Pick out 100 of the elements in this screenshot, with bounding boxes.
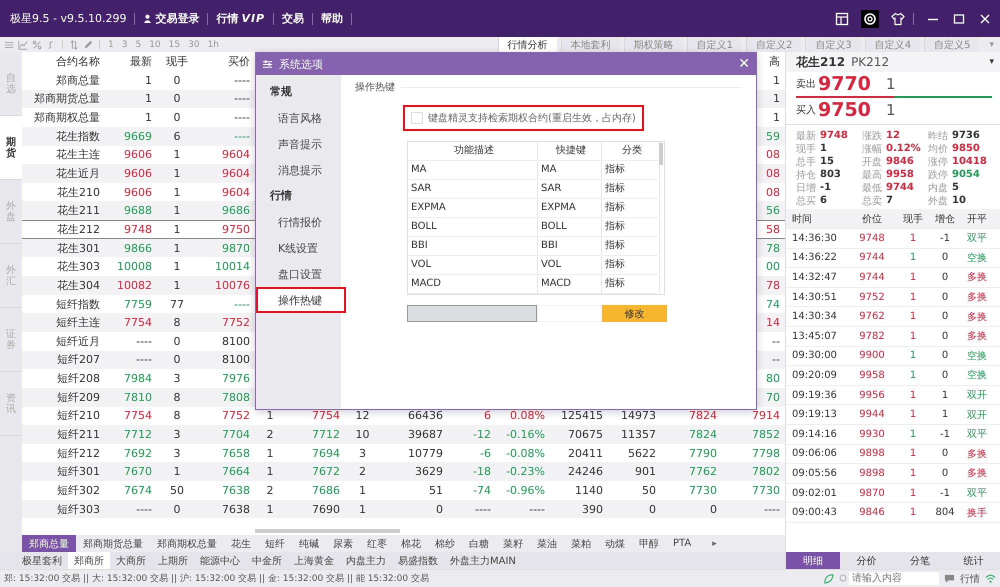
contract-name[interactable]: 短纤303 [57,502,100,517]
table-cell[interactable]: VOL [408,256,538,274]
contract-name[interactable]: 短纤近月 [56,334,100,349]
table-cell[interactable]: 指标 [602,237,660,255]
nav-item[interactable]: 语言风格 [256,105,341,131]
contract-name[interactable]: 短纤301 [57,464,100,480]
menu-item[interactable]: 帮助 [321,11,344,26]
category-tab[interactable]: 纯碱 [292,535,326,552]
contract-name[interactable]: 花生主连 [56,147,100,162]
table-cell[interactable]: EXPMA [538,199,602,217]
contract-name[interactable]: 郑商期权总量 [34,110,100,126]
exchange-tab[interactable]: 中金所 [246,552,288,569]
nav-item[interactable]: 消息提示 [256,157,341,183]
category-tab[interactable]: 短纤 [258,535,292,552]
nav-item[interactable]: K线设置 [256,235,341,261]
exchange-tab[interactable]: 易盛指数 [392,552,444,569]
contract-name[interactable]: 花生210 [57,184,100,200]
column-header[interactable]: 最新 [130,54,152,69]
category-tab[interactable]: 棉纱 [428,535,462,552]
leaf-icon[interactable] [823,573,834,584]
table-cell[interactable]: MACD [538,275,602,293]
table-cell[interactable]: BBI [538,237,602,255]
dropdown-button[interactable]: ▾ [989,57,994,67]
detail-tab[interactable]: 明细 [786,552,840,569]
table-cell[interactable]: BOLL [538,218,602,236]
table-cell[interactable]: VOL [538,256,602,274]
nav-item[interactable]: 行情报价 [256,209,341,235]
table-cell[interactable]: 指标 [602,275,660,293]
exchange-tab[interactable]: 外盘主力MAIN [444,552,522,569]
table-cell[interactable]: 指标 [602,180,660,198]
side-tab[interactable]: 期货 [0,116,22,180]
nav-item[interactable]: 盘口设置 [256,261,341,287]
contract-name[interactable]: 短纤211 [57,426,100,442]
category-tab[interactable]: 甲醇 [632,535,666,552]
category-tab[interactable]: 花生 [224,535,258,552]
table-cell[interactable]: 指标 [602,256,660,274]
contract-name[interactable]: 郑商总量 [56,72,100,88]
close-icon[interactable] [978,12,992,26]
modify-button[interactable]: 修改 [602,305,667,322]
contract-name[interactable]: 短纤212 [57,446,100,461]
exchange-tab[interactable]: 大商所 [110,552,152,569]
contract-name[interactable]: 短纤指数 [56,296,100,312]
sort-icon[interactable] [69,40,79,50]
checkbox[interactable] [411,112,423,124]
table-cell[interactable]: MA [408,161,538,179]
menu-item[interactable]: 交易 [282,11,304,26]
chat-icon[interactable] [944,573,955,584]
contract-name[interactable]: 短纤302 [57,482,100,498]
contract-name[interactable]: 短纤207 [57,352,100,368]
table-cell[interactable]: SAR [408,180,538,198]
exchange-tab[interactable]: 极星套利 [16,552,68,569]
exchange-tab[interactable]: 能源中心 [194,552,246,569]
contract-name[interactable]: 短纤208 [57,371,100,386]
contract-name[interactable]: 花生指数 [56,128,100,144]
exchange-tab[interactable]: 上期所 [152,552,194,569]
menu-item[interactable]: 行情 VIP [216,11,266,26]
category-tab[interactable]: 郑商期权总量 [150,535,224,552]
category-tab[interactable]: 菜粕 [564,535,598,552]
line-chart-icon[interactable] [18,40,28,50]
detail-tab[interactable]: 统计 [946,552,1000,569]
table-cell[interactable]: BOLL [408,218,538,236]
table-cell[interactable]: 指标 [602,218,660,236]
contract-name[interactable]: 郑商期货总量 [34,91,100,106]
category-tab[interactable]: 红枣 [360,535,394,552]
contract-name[interactable]: 花生303 [57,259,100,274]
category-tab[interactable]: 郑商总量 [22,535,76,552]
menu-item[interactable]: 交易登录 [143,11,200,26]
category-tab[interactable]: 菜籽 [496,535,530,552]
table-cell[interactable]: MACD [408,275,538,293]
table-cell[interactable]: EXPMA [408,199,538,217]
column-header[interactable]: 现手 [166,54,188,69]
settings-icon[interactable] [861,10,879,28]
contract-name[interactable]: 花生301 [57,240,100,256]
maximize-icon[interactable] [952,12,966,26]
category-tab[interactable]: 白糖 [462,535,496,552]
contract-name[interactable]: 短纤210 [57,408,100,424]
exchange-tab[interactable]: 内盘主力 [340,552,392,569]
shirt-icon[interactable] [891,12,905,26]
close-button[interactable]: ✕ [738,56,750,72]
input-field[interactable] [407,305,537,322]
pen-icon[interactable] [83,40,93,50]
column-header[interactable]: 高 [769,54,780,69]
category-tab[interactable]: 动煤 [598,535,632,552]
category-tab[interactable]: 尿素 [326,535,360,552]
search-field[interactable]: 请输入内容 [849,572,939,585]
contract-name[interactable]: 花生212 [57,222,100,237]
category-tab[interactable]: PTA [666,535,698,552]
table-cell[interactable]: BBI [408,237,538,255]
contract-name[interactable]: 短纤主连 [56,315,100,330]
column-header[interactable]: 合约名称 [56,54,100,69]
category-tab[interactable]: 棉花 [394,535,428,552]
column-header[interactable]: 买价 [228,54,250,69]
detail-tab[interactable]: 分笔 [893,552,946,569]
layout-icon[interactable] [835,12,849,26]
list-icon[interactable] [4,40,14,50]
table-cell[interactable]: SAR [538,180,602,198]
nav-item[interactable]: 操作热键 [256,287,346,313]
contract-name[interactable]: 短纤209 [57,390,100,405]
scroll-right-button[interactable]: ▸ [698,538,731,548]
percent-icon[interactable] [32,40,42,50]
